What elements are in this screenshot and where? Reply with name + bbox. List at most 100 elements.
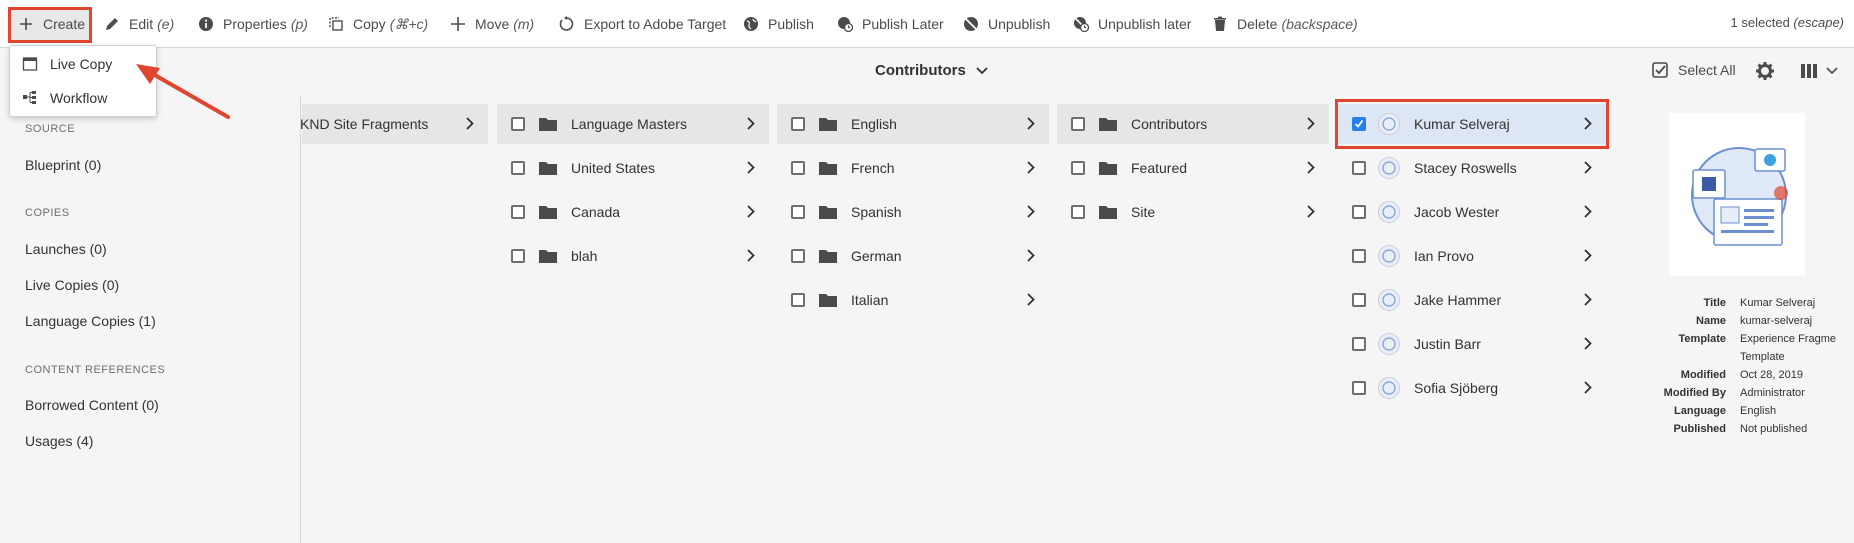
section-title-copies: COPIES	[25, 207, 70, 219]
unpublish-button[interactable]: Unpublish	[962, 12, 1050, 36]
meta-key: Title	[1703, 297, 1726, 309]
list-item[interactable]: Site	[1057, 192, 1329, 232]
properties-shortcut: (p)	[290, 16, 308, 32]
checkbox[interactable]	[1352, 293, 1366, 307]
list-item[interactable]: Italian	[777, 280, 1049, 320]
list-item[interactable]: United States	[497, 148, 769, 188]
list-item[interactable]: Ian Provo	[1338, 236, 1606, 276]
checkbox[interactable]	[791, 205, 805, 219]
item-label: Stacey Roswells	[1414, 160, 1517, 176]
folder-icon	[819, 117, 837, 131]
chevron-right-icon	[1027, 161, 1035, 174]
list-item[interactable]: Justin Barr	[1338, 324, 1606, 364]
list-item[interactable]: Language Masters	[497, 104, 769, 144]
item-label: Ian Provo	[1414, 248, 1474, 264]
checkbox[interactable]	[791, 249, 805, 263]
checkbox[interactable]	[511, 161, 525, 175]
selected-escape-hint: (escape)	[1793, 15, 1844, 30]
meta-key-empty	[1660, 348, 1740, 366]
item-label: United States	[571, 160, 656, 176]
list-item[interactable]: Sofia Sjöberg	[1338, 368, 1606, 408]
export-label: Export to Adobe Target	[584, 16, 727, 32]
list-item[interactable]: Jake Hammer	[1338, 280, 1606, 320]
delete-button[interactable]: Delete (backspace)	[1211, 12, 1358, 36]
checkbox[interactable]	[1352, 161, 1366, 175]
publish-later-button[interactable]: Publish Later	[836, 12, 944, 36]
rail-item-live-copies[interactable]: Live Copies (0)	[25, 277, 119, 293]
item-label: Site	[1131, 204, 1156, 220]
checkbox[interactable]	[511, 205, 525, 219]
folder-icon	[819, 205, 837, 219]
item-label: English	[851, 116, 897, 132]
globe-off-icon	[962, 15, 980, 33]
list-item[interactable]: German	[777, 236, 1049, 276]
rail-item-language-copies[interactable]: Language Copies (1)	[25, 313, 156, 329]
meta-key: Name	[1696, 315, 1726, 327]
rail-item-borrowed-content[interactable]: Borrowed Content (0)	[25, 397, 159, 413]
list-item[interactable]: English	[777, 104, 1049, 144]
list-item[interactable]: Canada	[497, 192, 769, 232]
list-item[interactable]: Jacob Wester	[1338, 192, 1606, 232]
checkbox[interactable]	[1071, 205, 1085, 219]
selection-status[interactable]: 1 selected (escape)	[1731, 15, 1844, 30]
checkbox[interactable]	[511, 249, 525, 263]
move-button[interactable]: Move (m)	[449, 12, 534, 36]
item-label: German	[851, 248, 902, 264]
rail-item-blueprint[interactable]: Blueprint (0)	[25, 157, 101, 173]
copy-label: Copy	[353, 16, 386, 32]
item-label: blah	[571, 248, 598, 264]
meta-value: Template	[1740, 351, 1785, 363]
fragment-thumbnail-icon	[1378, 289, 1400, 311]
delete-shortcut: (backspace)	[1281, 16, 1358, 32]
select-all-button[interactable]: Select All	[1652, 62, 1736, 78]
copy-shortcut: (⌘+c)	[389, 15, 429, 32]
meta-value: Oct 28, 2019	[1740, 369, 1803, 381]
checkbox[interactable]	[511, 117, 525, 131]
fragment-thumbnail-icon	[1378, 157, 1400, 179]
checkbox[interactable]	[791, 293, 805, 307]
checkbox[interactable]	[1071, 117, 1085, 131]
folder-icon	[539, 117, 557, 131]
view-switcher[interactable]	[1800, 62, 1838, 80]
rail-item-usages[interactable]: Usages (4)	[25, 433, 93, 449]
meta-row-language: Language English	[1660, 402, 1836, 420]
list-item[interactable]: French	[777, 148, 1049, 188]
menu-item-label: Live Copy	[50, 56, 113, 72]
trash-icon	[1211, 15, 1229, 33]
publish-label: Publish	[768, 16, 814, 32]
list-item[interactable]: Featured	[1057, 148, 1329, 188]
checkbox[interactable]	[1352, 205, 1366, 219]
export-button[interactable]: Export to Adobe Target	[558, 12, 726, 36]
item-label: Featured	[1131, 160, 1188, 176]
meta-value: Kumar Selveraj	[1740, 297, 1816, 309]
unpublish-later-button[interactable]: Unpublish later	[1072, 12, 1191, 36]
item-label: Canada	[571, 204, 621, 220]
properties-button[interactable]: Properties (p)	[197, 12, 308, 36]
checkbox[interactable]	[1352, 337, 1366, 351]
list-item[interactable]: KND Site Fragments	[300, 104, 488, 144]
chevron-right-icon	[1027, 117, 1035, 130]
chevron-right-icon	[1584, 293, 1592, 306]
rail-item-launches[interactable]: Launches (0)	[25, 241, 107, 257]
list-item[interactable]: Stacey Roswells	[1338, 148, 1606, 188]
edit-button[interactable]: Edit (e)	[103, 12, 174, 36]
checkbox[interactable]	[1071, 161, 1085, 175]
checkbox[interactable]	[791, 161, 805, 175]
checkbox[interactable]	[1352, 249, 1366, 263]
meta-row-name: Name kumar-selveraj	[1660, 312, 1836, 330]
globe-icon	[742, 15, 760, 33]
create-button[interactable]: Create	[17, 12, 85, 36]
list-item[interactable]: Spanish	[777, 192, 1049, 232]
list-item[interactable]: blah	[497, 236, 769, 276]
list-item[interactable]: Contributors	[1057, 104, 1329, 144]
meta-row-title: Title Kumar Selveraj	[1660, 294, 1836, 312]
breadcrumb[interactable]: Contributors	[875, 62, 988, 79]
chevron-right-icon	[1584, 249, 1592, 262]
chevron-right-icon	[1584, 337, 1592, 350]
checkbox[interactable]	[1352, 381, 1366, 395]
copy-button[interactable]: Copy (⌘+c)	[327, 12, 428, 36]
publish-button[interactable]: Publish	[742, 12, 814, 36]
checkbox[interactable]	[791, 117, 805, 131]
settings-button[interactable]	[1756, 62, 1774, 83]
pencil-icon	[103, 15, 121, 33]
